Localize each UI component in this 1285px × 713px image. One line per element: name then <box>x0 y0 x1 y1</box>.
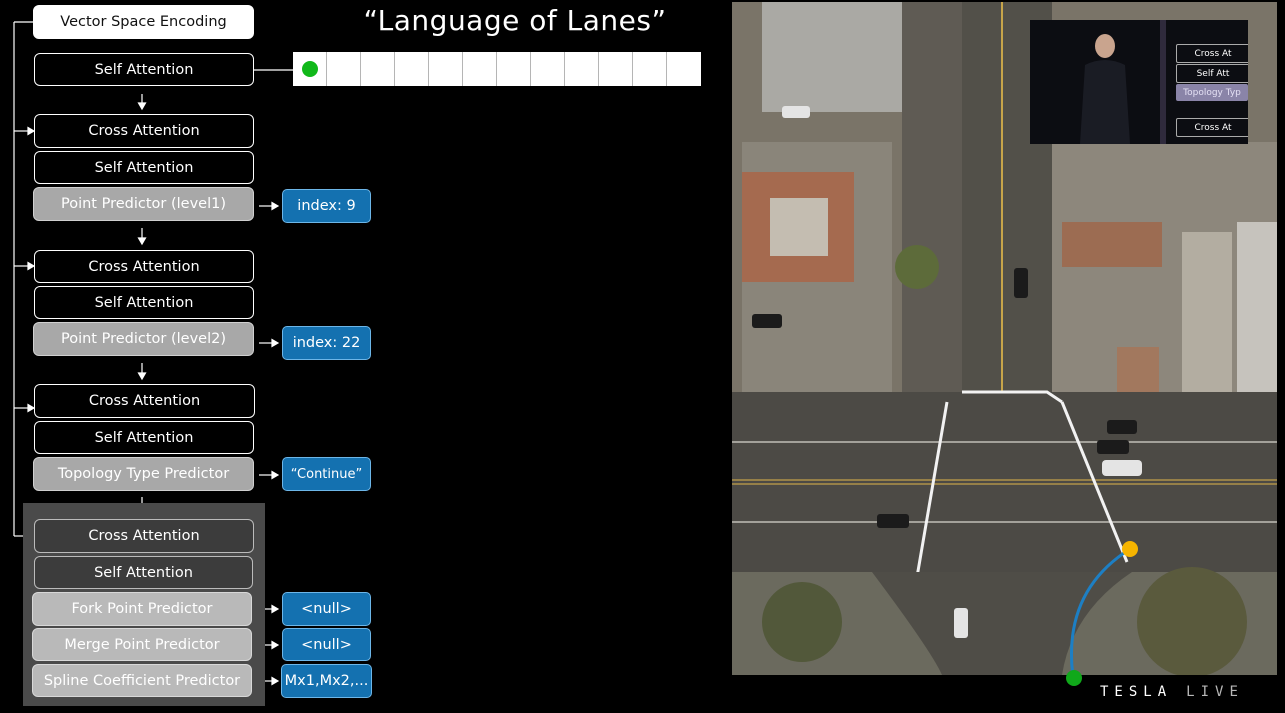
inset-item-2: Self Att <box>1176 64 1248 83</box>
sequence-cell <box>531 52 565 86</box>
sequence-cell <box>429 52 463 86</box>
vector-space-encoding-box: Vector Space Encoding <box>33 5 254 39</box>
sequence-start-dot <box>302 61 318 77</box>
slide-title: “Language of Lanes” <box>363 4 667 37</box>
fork-point-predictor: Fork Point Predictor <box>32 592 252 626</box>
sequence-cell <box>565 52 599 86</box>
token-sequence <box>293 52 701 86</box>
output-index-9: index: 9 <box>282 189 371 223</box>
output-fork-null: <null> <box>282 592 371 626</box>
sequence-cell-active <box>293 52 327 86</box>
cross-attention-2: Cross Attention <box>34 250 254 283</box>
cross-attention-3: Cross Attention <box>34 384 255 418</box>
brand-name: TESLA <box>1100 684 1173 700</box>
output-merge-null: <null> <box>282 628 371 661</box>
sequence-cell <box>395 52 429 86</box>
self-attention-4: Self Attention <box>34 556 253 589</box>
brand-suffix: LIVE <box>1186 684 1244 700</box>
sequence-cell <box>599 52 633 86</box>
self-attention-3: Self Attention <box>34 421 254 454</box>
spline-end-point-icon <box>1122 541 1138 557</box>
topology-type-predictor: Topology Type Predictor <box>33 457 254 491</box>
self-attention-top-box: Self Attention <box>34 53 254 86</box>
output-index-22: index: 22 <box>282 326 371 360</box>
sequence-cell <box>327 52 361 86</box>
self-attention-2: Self Attention <box>34 286 254 319</box>
output-spline-coefficients: Mx1,Mx2,... <box>281 664 372 698</box>
sequence-cell <box>667 52 701 86</box>
inset-item-3: Topology Typ <box>1176 84 1248 101</box>
spline-coefficient-predictor: Spline Coefficient Predictor <box>32 664 252 697</box>
tesla-live-logo: TESLA LIVE <box>1100 684 1244 700</box>
cross-attention-4: Cross Attention <box>34 519 254 553</box>
self-attention-1: Self Attention <box>34 151 254 184</box>
output-continue: “Continue” <box>282 457 371 491</box>
spline-start-point-icon <box>1066 670 1082 686</box>
speaker-video-inset: Cross At Self Att Topology Typ Cross At <box>1030 20 1248 144</box>
sequence-cell <box>497 52 531 86</box>
point-predictor-level1: Point Predictor (level1) <box>33 187 254 221</box>
point-predictor-level2: Point Predictor (level2) <box>33 322 254 356</box>
cross-attention-1: Cross Attention <box>34 114 254 148</box>
inset-item-4: Cross At <box>1176 118 1248 137</box>
inset-item-1: Cross At <box>1176 44 1248 63</box>
merge-point-predictor: Merge Point Predictor <box>32 628 252 661</box>
sequence-cell <box>463 52 497 86</box>
sequence-cell <box>361 52 395 86</box>
sequence-cell <box>633 52 667 86</box>
